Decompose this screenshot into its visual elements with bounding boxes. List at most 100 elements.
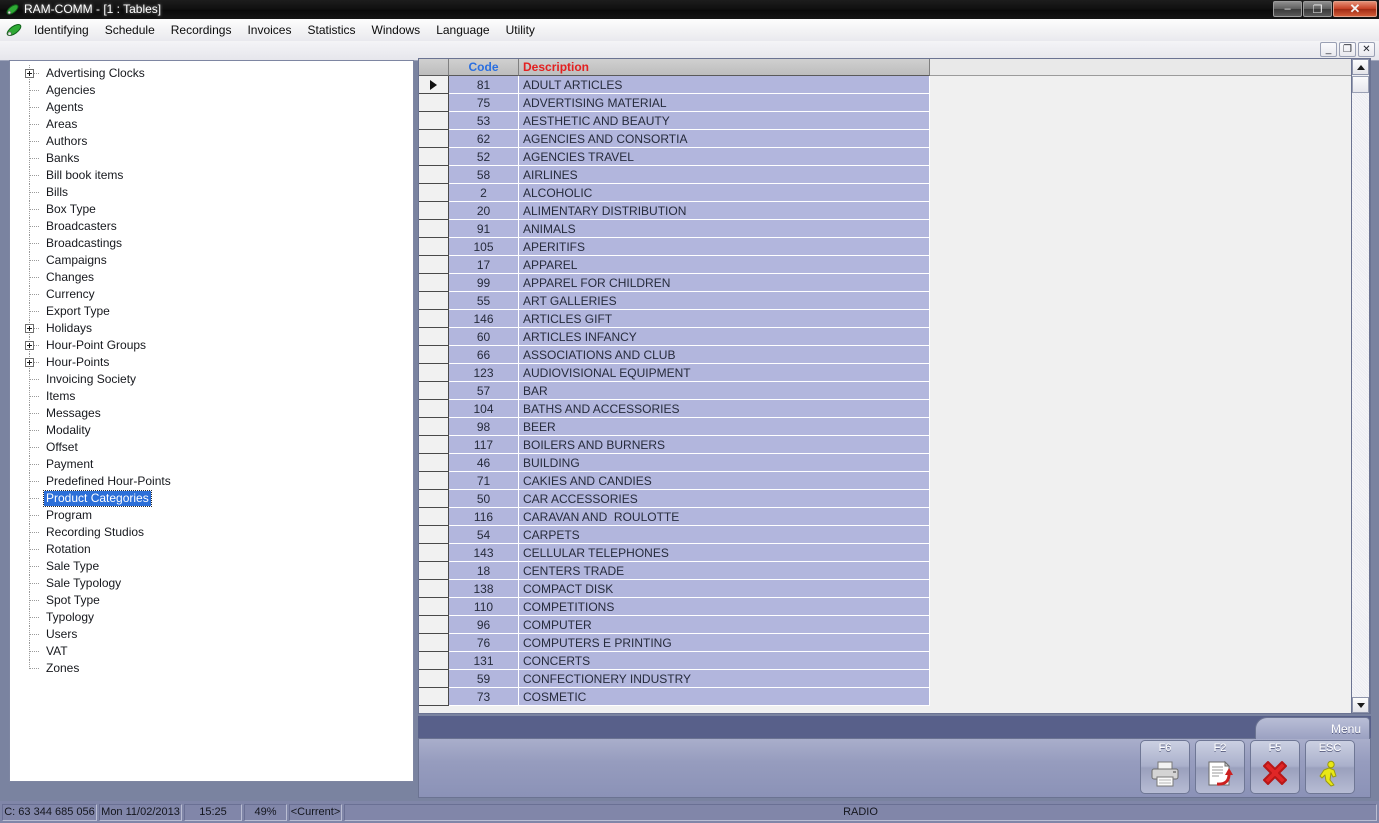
cell-code[interactable]: 91 (449, 220, 519, 238)
tree-item-spot-type[interactable]: Spot Type (24, 592, 413, 609)
grid-header-code[interactable]: Code (449, 59, 519, 76)
tree-item-payment[interactable]: Payment (24, 456, 413, 473)
tree-item-messages[interactable]: Messages (24, 405, 413, 422)
cell-code[interactable]: 123 (449, 364, 519, 382)
table-row[interactable]: 54 CARPETS (419, 526, 1370, 544)
tree-item-items[interactable]: Items (24, 388, 413, 405)
grid-header-description[interactable]: Description (519, 59, 930, 76)
cell-code[interactable]: 98 (449, 418, 519, 436)
cell-description[interactable]: ALIMENTARY DISTRIBUTION (519, 202, 930, 220)
cell-code[interactable]: 110 (449, 598, 519, 616)
tree-item-box-type[interactable]: Box Type (24, 201, 413, 218)
menu-item-invoices[interactable]: Invoices (239, 21, 299, 39)
tables-tree-panel[interactable]: Advertising Clocks Agencies Agents Areas Aut… (9, 60, 414, 782)
tree-item-bill-book-items[interactable]: Bill book items (24, 167, 413, 184)
cell-description[interactable]: CARPETS (519, 526, 930, 544)
close-button[interactable]: ✕ (1333, 1, 1377, 17)
cell-description[interactable]: BUILDING (519, 454, 930, 472)
tree-item-invoicing-society[interactable]: Invoicing Society (24, 371, 413, 388)
table-row[interactable]: 143 CELLULAR TELEPHONES (419, 544, 1370, 562)
tree-item-recording-studios[interactable]: Recording Studios (24, 524, 413, 541)
row-selector[interactable] (419, 346, 449, 364)
product-categories-grid[interactable]: Code Description 81 ADULT ARTICLES 75 ADVER… (418, 58, 1371, 714)
cell-description[interactable]: CELLULAR TELEPHONES (519, 544, 930, 562)
tree-item-campaigns[interactable]: Campaigns (24, 252, 413, 269)
tree-item-modality[interactable]: Modality (24, 422, 413, 439)
cell-description[interactable]: COSMETIC (519, 688, 930, 706)
table-row[interactable]: 117 BOILERS AND BURNERS (419, 436, 1370, 454)
cell-description[interactable]: COMPUTERS E PRINTING (519, 634, 930, 652)
table-row[interactable]: 46 BUILDING (419, 454, 1370, 472)
menu-item-recordings[interactable]: Recordings (163, 21, 240, 39)
cell-description[interactable]: CARAVAN AND ROULOTTE (519, 508, 930, 526)
cell-code[interactable]: 116 (449, 508, 519, 526)
row-selector[interactable] (419, 184, 449, 202)
tree-expander-icon[interactable] (24, 354, 44, 371)
table-row[interactable]: 146 ARTICLES GIFT (419, 310, 1370, 328)
tree-item-zones[interactable]: Zones (24, 660, 413, 677)
cell-code[interactable]: 75 (449, 94, 519, 112)
table-row[interactable]: 62 AGENCIES AND CONSORTIA (419, 130, 1370, 148)
tree-item-broadcasters[interactable]: Broadcasters (24, 218, 413, 235)
table-row[interactable]: 96 COMPUTER (419, 616, 1370, 634)
save-record-button-f2[interactable]: F2 (1195, 740, 1245, 794)
cell-code[interactable]: 66 (449, 346, 519, 364)
menu-item-language[interactable]: Language (428, 21, 497, 39)
row-selector[interactable] (419, 436, 449, 454)
table-row[interactable]: 75 ADVERTISING MATERIAL (419, 94, 1370, 112)
row-selector[interactable] (419, 544, 449, 562)
cell-code[interactable]: 60 (449, 328, 519, 346)
table-row[interactable]: 20 ALIMENTARY DISTRIBUTION (419, 202, 1370, 220)
tree-item-export-type[interactable]: Export Type (24, 303, 413, 320)
table-row[interactable]: 2 ALCOHOLIC (419, 184, 1370, 202)
cell-code[interactable]: 76 (449, 634, 519, 652)
restore-button[interactable]: ❐ (1303, 1, 1332, 17)
scroll-up-button[interactable] (1352, 59, 1369, 75)
cell-description[interactable]: AESTHETIC AND BEAUTY (519, 112, 930, 130)
row-selector[interactable] (419, 256, 449, 274)
cell-description[interactable]: ANIMALS (519, 220, 930, 238)
row-selector[interactable] (419, 202, 449, 220)
table-row[interactable]: 53 AESTHETIC AND BEAUTY (419, 112, 1370, 130)
cell-description[interactable]: COMPACT DISK (519, 580, 930, 598)
cell-code[interactable]: 52 (449, 148, 519, 166)
row-selector[interactable] (419, 382, 449, 400)
cell-description[interactable]: ADVERTISING MATERIAL (519, 94, 930, 112)
row-selector[interactable] (419, 328, 449, 346)
table-row[interactable]: 138 COMPACT DISK (419, 580, 1370, 598)
scroll-down-button[interactable] (1352, 697, 1369, 713)
cell-description[interactable]: AGENCIES TRAVEL (519, 148, 930, 166)
tree-item-sale-type[interactable]: Sale Type (24, 558, 413, 575)
row-selector[interactable] (419, 292, 449, 310)
tree-item-product-categories[interactable]: Product Categories (24, 490, 413, 507)
row-selector[interactable] (419, 688, 449, 706)
table-row[interactable]: 57 BAR (419, 382, 1370, 400)
current-row-indicator[interactable] (419, 76, 449, 94)
menu-item-utility[interactable]: Utility (498, 21, 543, 39)
tree-item-currency[interactable]: Currency (24, 286, 413, 303)
menu-item-identifying[interactable]: Identifying (26, 21, 97, 39)
cell-code[interactable]: 131 (449, 652, 519, 670)
cell-description[interactable]: AUDIOVISIONAL EQUIPMENT (519, 364, 930, 382)
cell-code[interactable]: 46 (449, 454, 519, 472)
mdi-restore-button[interactable]: ❐ (1339, 42, 1356, 57)
row-selector[interactable] (419, 400, 449, 418)
tree-item-rotation[interactable]: Rotation (24, 541, 413, 558)
row-selector[interactable] (419, 418, 449, 436)
tree-item-areas[interactable]: Areas (24, 116, 413, 133)
cell-description[interactable]: COMPUTER (519, 616, 930, 634)
row-selector[interactable] (419, 634, 449, 652)
menu-item-windows[interactable]: Windows (364, 21, 429, 39)
row-selector[interactable] (419, 130, 449, 148)
cell-code[interactable]: 54 (449, 526, 519, 544)
tree-item-holidays[interactable]: Holidays (24, 320, 413, 337)
tree-item-predefined-hour-points[interactable]: Predefined Hour-Points (24, 473, 413, 490)
cell-description[interactable]: ARTICLES GIFT (519, 310, 930, 328)
cell-description[interactable]: CONCERTS (519, 652, 930, 670)
cell-description[interactable]: CENTERS TRADE (519, 562, 930, 580)
cell-description[interactable]: BAR (519, 382, 930, 400)
mdi-close-button[interactable]: ✕ (1358, 42, 1375, 57)
row-selector[interactable] (419, 94, 449, 112)
tree-item-hour-points[interactable]: Hour-Points (24, 354, 413, 371)
menu-tab[interactable]: Menu (1255, 717, 1370, 739)
